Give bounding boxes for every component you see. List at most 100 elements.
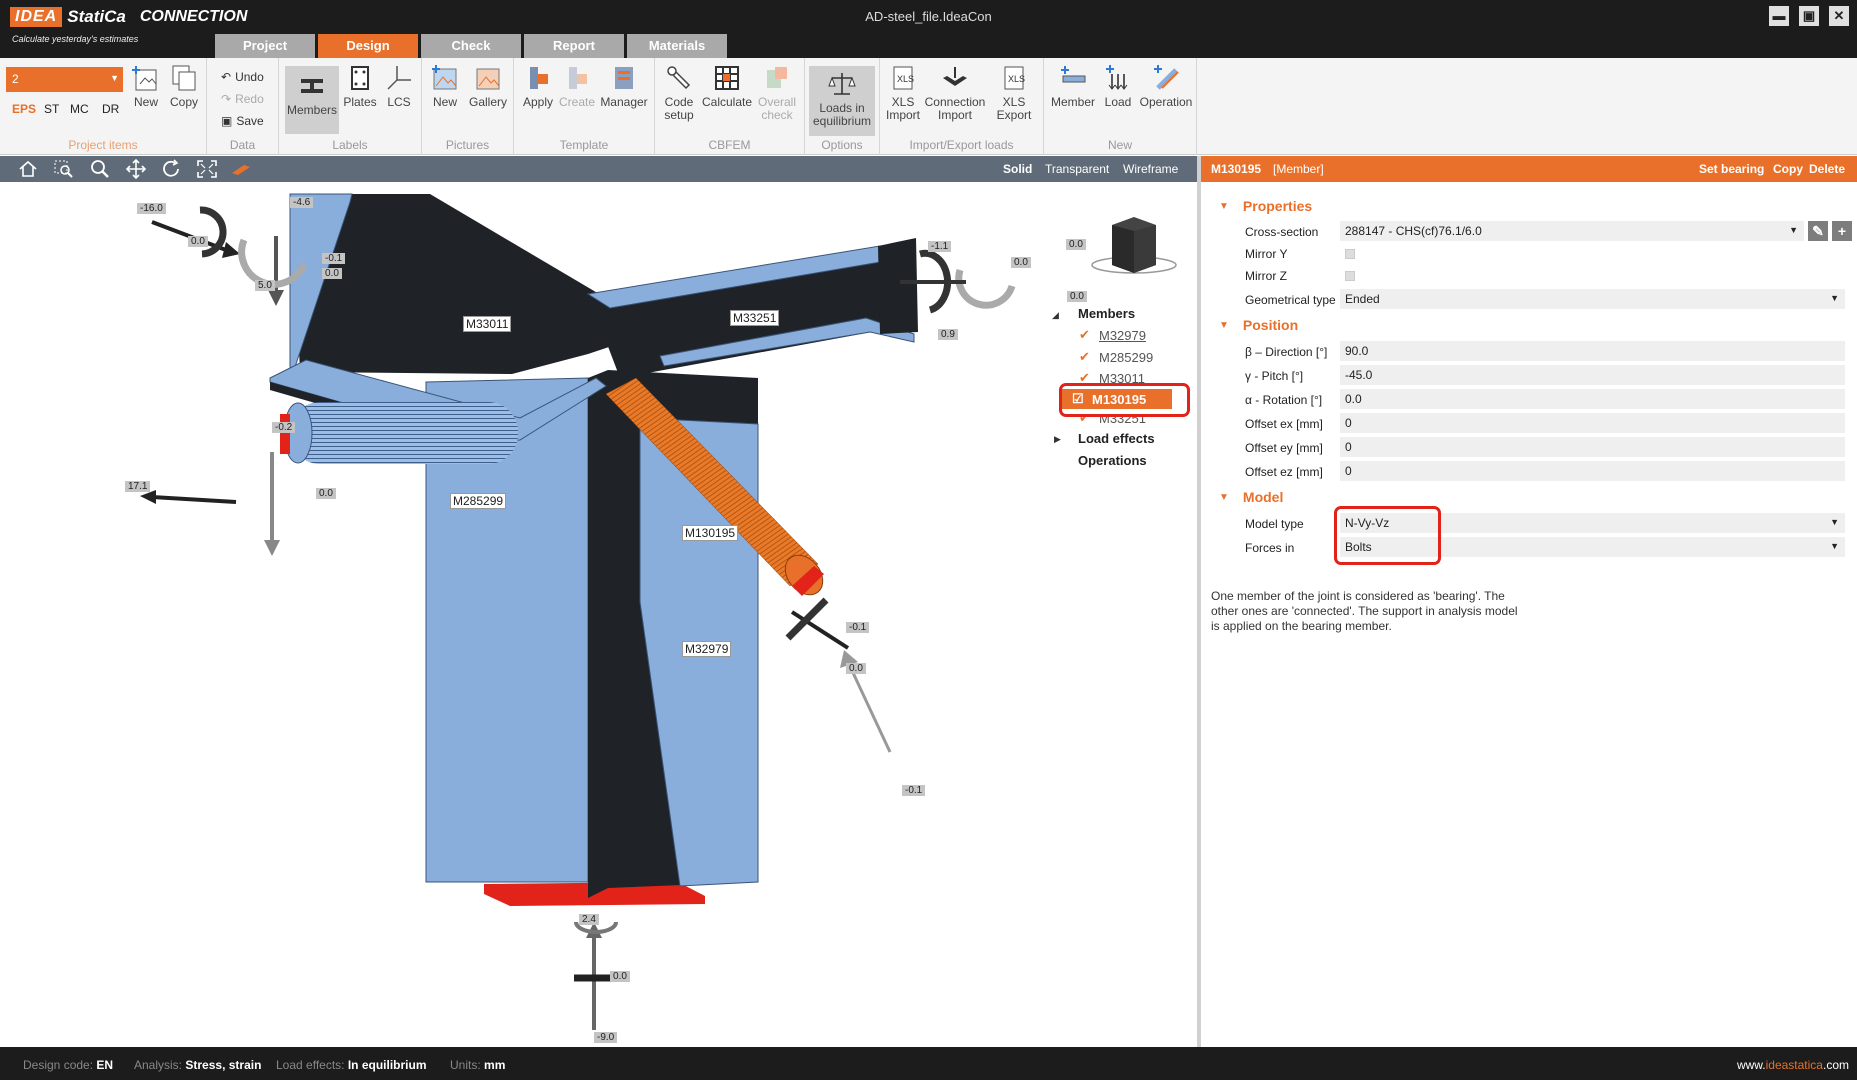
- selection-highlight: [1059, 383, 1190, 417]
- direction-input[interactable]: 90.0: [1340, 341, 1845, 361]
- project-item-value: 2: [12, 72, 19, 86]
- pan-icon[interactable]: [125, 159, 147, 179]
- mirror-y-checkbox[interactable]: [1345, 249, 1355, 259]
- copy-member-button[interactable]: Copy: [1773, 162, 1803, 176]
- close-button[interactable]: ✕: [1829, 6, 1849, 26]
- collapse-arrow-icon[interactable]: ▶: [1054, 434, 1061, 445]
- undo-button[interactable]: ↶ Undo: [221, 70, 264, 84]
- tube-m285299[interactable]: [290, 402, 518, 464]
- section-model[interactable]: ▼ Model: [1219, 489, 1283, 505]
- copy-item-button[interactable]: Copy: [166, 64, 202, 109]
- tree-member-item[interactable]: ✔ M285299: [1079, 349, 1153, 365]
- new-member-button[interactable]: Member: [1048, 64, 1098, 109]
- beam-m33251-end[interactable]: [878, 238, 918, 334]
- new-load-button[interactable]: Load: [1100, 64, 1136, 109]
- highlight-member-icon[interactable]: [230, 159, 252, 179]
- checkmark-icon[interactable]: ✔: [1079, 349, 1091, 365]
- zoom-window-icon[interactable]: [53, 159, 75, 179]
- undo-icon: ↶: [221, 70, 232, 84]
- expand-arrow-icon[interactable]: ◢: [1052, 310, 1059, 321]
- beam-m33011-web[interactable]: [292, 194, 660, 374]
- template-create-button[interactable]: Create: [558, 64, 596, 109]
- tree-load-effects[interactable]: Load effects: [1078, 431, 1155, 446]
- zoom-icon[interactable]: [89, 159, 111, 179]
- collapse-triangle-icon[interactable]: ▼: [1219, 201, 1229, 212]
- tab-report[interactable]: Report: [524, 34, 624, 58]
- group-label-new: New: [1107, 138, 1132, 152]
- xls-export-button[interactable]: XLS XLS Export: [994, 64, 1034, 122]
- delete-member-button[interactable]: Delete: [1809, 162, 1845, 176]
- view-mode-wireframe[interactable]: Wireframe: [1123, 162, 1178, 176]
- member-label[interactable]: M33011: [463, 316, 512, 332]
- section-properties[interactable]: ▼ Properties: [1219, 198, 1312, 214]
- member-label[interactable]: M285299: [450, 493, 507, 509]
- minimize-button[interactable]: ▬: [1769, 6, 1789, 26]
- gallery-button[interactable]: Gallery: [468, 64, 508, 109]
- collapse-triangle-icon[interactable]: ▼: [1219, 320, 1229, 331]
- edit-cross-section-button[interactable]: ✎: [1808, 221, 1828, 241]
- home-view-icon[interactable]: [17, 159, 39, 179]
- tree-operations[interactable]: Operations: [1078, 453, 1147, 468]
- tab-design[interactable]: Design: [318, 34, 418, 58]
- type-st[interactable]: ST: [44, 102, 59, 116]
- type-dr[interactable]: DR: [102, 102, 119, 116]
- labels-lcs-button[interactable]: LCS: [382, 64, 416, 109]
- geometrical-type-select[interactable]: Ended ▼: [1340, 289, 1845, 309]
- forces-in-label: Forces in: [1245, 541, 1295, 555]
- loads-in-equilibrium-toggle[interactable]: Loads in equilibrium: [809, 66, 875, 136]
- picture-new-button[interactable]: New: [428, 64, 462, 109]
- pitch-input[interactable]: -45.0: [1340, 365, 1845, 385]
- tree-member-item[interactable]: ✔ M33251: [1079, 416, 1146, 426]
- column-web[interactable]: [588, 370, 608, 898]
- save-button[interactable]: ▣ Save: [221, 114, 264, 128]
- set-bearing-button[interactable]: Set bearing: [1699, 162, 1764, 176]
- rotate-icon[interactable]: [161, 159, 183, 179]
- tab-materials[interactable]: Materials: [627, 34, 727, 58]
- labels-plates-button[interactable]: Plates: [343, 64, 377, 109]
- project-item-select[interactable]: 2 ▼: [6, 67, 123, 92]
- tab-check[interactable]: Check: [421, 34, 521, 58]
- section-position[interactable]: ▼ Position: [1219, 317, 1298, 333]
- template-manager-button[interactable]: Manager: [598, 64, 650, 109]
- cross-section-select[interactable]: 288147 - CHS(cf)76.1/6.0 ▼: [1340, 221, 1804, 241]
- view-mode-transparent[interactable]: Transparent: [1045, 162, 1109, 176]
- type-eps[interactable]: EPS: [12, 102, 36, 116]
- maximize-button[interactable]: ▣: [1799, 6, 1819, 26]
- redo-button[interactable]: ↷ Redo: [221, 92, 264, 106]
- overall-check-icon: [767, 67, 787, 88]
- mirror-z-checkbox[interactable]: [1345, 271, 1355, 281]
- type-mc[interactable]: MC: [70, 102, 89, 116]
- code-setup-button[interactable]: Code setup: [661, 64, 697, 122]
- view-mode-solid[interactable]: Solid: [1003, 162, 1032, 176]
- labels-members-button[interactable]: Members: [285, 66, 339, 134]
- collapse-triangle-icon[interactable]: ▼: [1219, 492, 1229, 503]
- calculate-button[interactable]: Calculate: [701, 64, 753, 109]
- new-item-button[interactable]: New: [130, 64, 162, 109]
- xls-import-button[interactable]: XLS XLS Import: [886, 64, 920, 122]
- group-label-import-export: Import/Export loads: [909, 138, 1014, 152]
- offset-ex-input[interactable]: 0: [1340, 413, 1845, 433]
- tree-member-item[interactable]: ✔ M32979: [1079, 327, 1146, 343]
- overall-check-button[interactable]: Overall check: [755, 64, 799, 122]
- member-label[interactable]: M33251: [730, 310, 780, 326]
- tab-project[interactable]: Project: [215, 34, 315, 58]
- tube-m285299-endplate[interactable]: [280, 414, 290, 454]
- 3d-viewport[interactable]: M33011 M33251 M285299 M130195 M32979 -16…: [0, 182, 1197, 1047]
- member-label[interactable]: M130195: [682, 525, 739, 541]
- member-label[interactable]: M32979: [682, 641, 732, 657]
- status-bar: Design code: EN Analysis: Stress, strain…: [0, 1047, 1857, 1080]
- navigation-cube[interactable]: [1091, 217, 1177, 274]
- connection-import-button[interactable]: Connection Import: [922, 64, 988, 122]
- website-link[interactable]: www.ideastatica.com: [1737, 1058, 1849, 1072]
- rotation-input[interactable]: 0.0: [1340, 389, 1845, 409]
- checkmark-icon[interactable]: ✔: [1079, 416, 1091, 426]
- offset-ey-input[interactable]: 0: [1340, 437, 1845, 457]
- template-apply-button[interactable]: Apply: [520, 64, 556, 109]
- zoom-extents-icon[interactable]: [196, 159, 218, 179]
- offset-ez-input[interactable]: 0: [1340, 461, 1845, 481]
- new-operation-button[interactable]: Operation: [1138, 64, 1194, 109]
- add-cross-section-button[interactable]: +: [1832, 221, 1852, 241]
- checkmark-icon[interactable]: ✔: [1079, 327, 1091, 343]
- new-operation-icon: [1154, 65, 1179, 90]
- tree-members-header[interactable]: Members: [1078, 306, 1135, 321]
